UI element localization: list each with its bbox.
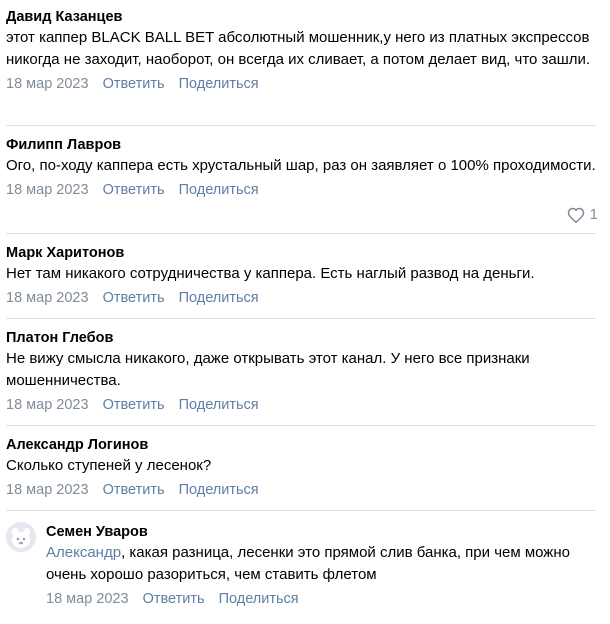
- comment: Филипп Лавров Ого, по-ходу каппера есть …: [0, 135, 610, 223]
- comment: Марк Харитонов Нет там никакого сотрудни…: [0, 243, 610, 308]
- comment-meta: 18 мар 2023 Ответить Поделиться: [0, 180, 610, 200]
- share-link[interactable]: Поделиться: [179, 290, 259, 306]
- share-link[interactable]: Поделиться: [219, 591, 299, 607]
- comment-text: Александр, какая разница, лесенки это пр…: [46, 542, 610, 586]
- comment: Александр Логинов Сколько ступеней у лес…: [0, 435, 610, 500]
- reply-link[interactable]: Ответить: [103, 482, 165, 498]
- comment-divider: [6, 125, 596, 126]
- heart-icon: [567, 207, 585, 223]
- comment-meta: 18 мар 2023 Ответить Поделиться: [0, 395, 610, 415]
- share-link[interactable]: Поделиться: [179, 397, 259, 413]
- comment: Платон Глебов Не вижу смысла никакого, д…: [0, 328, 610, 415]
- comment-author[interactable]: Давид Казанцев: [0, 7, 610, 27]
- reply-link[interactable]: Ответить: [103, 76, 165, 92]
- comment-text: Сколько ступеней у лесенок?: [6, 457, 212, 474]
- share-link[interactable]: Поделиться: [179, 76, 259, 92]
- comment-divider: [6, 425, 596, 426]
- like-count: 1: [589, 206, 598, 223]
- comment-divider: [6, 318, 596, 319]
- comment-text: Ого, по-ходу каппера есть хрустальный ша…: [6, 157, 596, 174]
- comment-author[interactable]: Марк Харитонов: [0, 243, 610, 263]
- comment-meta: 18 мар 2023 Ответить Поделиться: [0, 288, 610, 308]
- comment-date[interactable]: 18 мар 2023: [6, 397, 89, 413]
- comment-divider: [6, 233, 596, 234]
- comment-author[interactable]: Филипп Лавров: [0, 135, 610, 155]
- comment-date[interactable]: 18 мар 2023: [6, 290, 89, 306]
- reply-comment: Семен Уваров Александр, какая разница, л…: [0, 522, 610, 609]
- comment-date[interactable]: 18 мар 2023: [6, 76, 89, 92]
- share-link[interactable]: Поделиться: [179, 482, 259, 498]
- comment-divider: [6, 510, 596, 511]
- comment-date[interactable]: 18 мар 2023: [6, 482, 89, 498]
- comment-meta: 18 мар 2023 Ответить Поделиться: [0, 74, 610, 94]
- reply-link[interactable]: Ответить: [103, 182, 165, 198]
- reply-link[interactable]: Ответить: [103, 290, 165, 306]
- comment-date[interactable]: 18 мар 2023: [6, 182, 89, 198]
- comment-text: Не вижу смысла никакого, даже открывать …: [6, 350, 530, 389]
- reply-link[interactable]: Ответить: [143, 591, 205, 607]
- comment-author[interactable]: Семен Уваров: [46, 522, 610, 542]
- comment-text: Нет там никакого сотрудничества у каппер…: [6, 265, 535, 282]
- comment-author[interactable]: Александр Логинов: [0, 435, 610, 455]
- like-button[interactable]: 1: [567, 205, 598, 225]
- comment-meta: 18 мар 2023 Ответить Поделиться: [46, 589, 610, 609]
- avatar[interactable]: [6, 522, 36, 552]
- comment-meta: 18 мар 2023 Ответить Поделиться: [0, 480, 610, 500]
- reply-text: , какая разница, лесенки это прямой слив…: [46, 544, 570, 583]
- mention-link[interactable]: Александр: [46, 544, 121, 561]
- comments-feed: Давид Казанцев этот каппер BLACK BALL BE…: [0, 0, 610, 624]
- comment: Давид Казанцев этот каппер BLACK BALL BE…: [0, 7, 610, 94]
- comment-date[interactable]: 18 мар 2023: [46, 591, 129, 607]
- reply-link[interactable]: Ответить: [103, 397, 165, 413]
- comment-text: этот каппер BLACK BALL BET абсолютный мо…: [6, 29, 591, 68]
- comment-author[interactable]: Платон Глебов: [0, 328, 610, 348]
- share-link[interactable]: Поделиться: [179, 182, 259, 198]
